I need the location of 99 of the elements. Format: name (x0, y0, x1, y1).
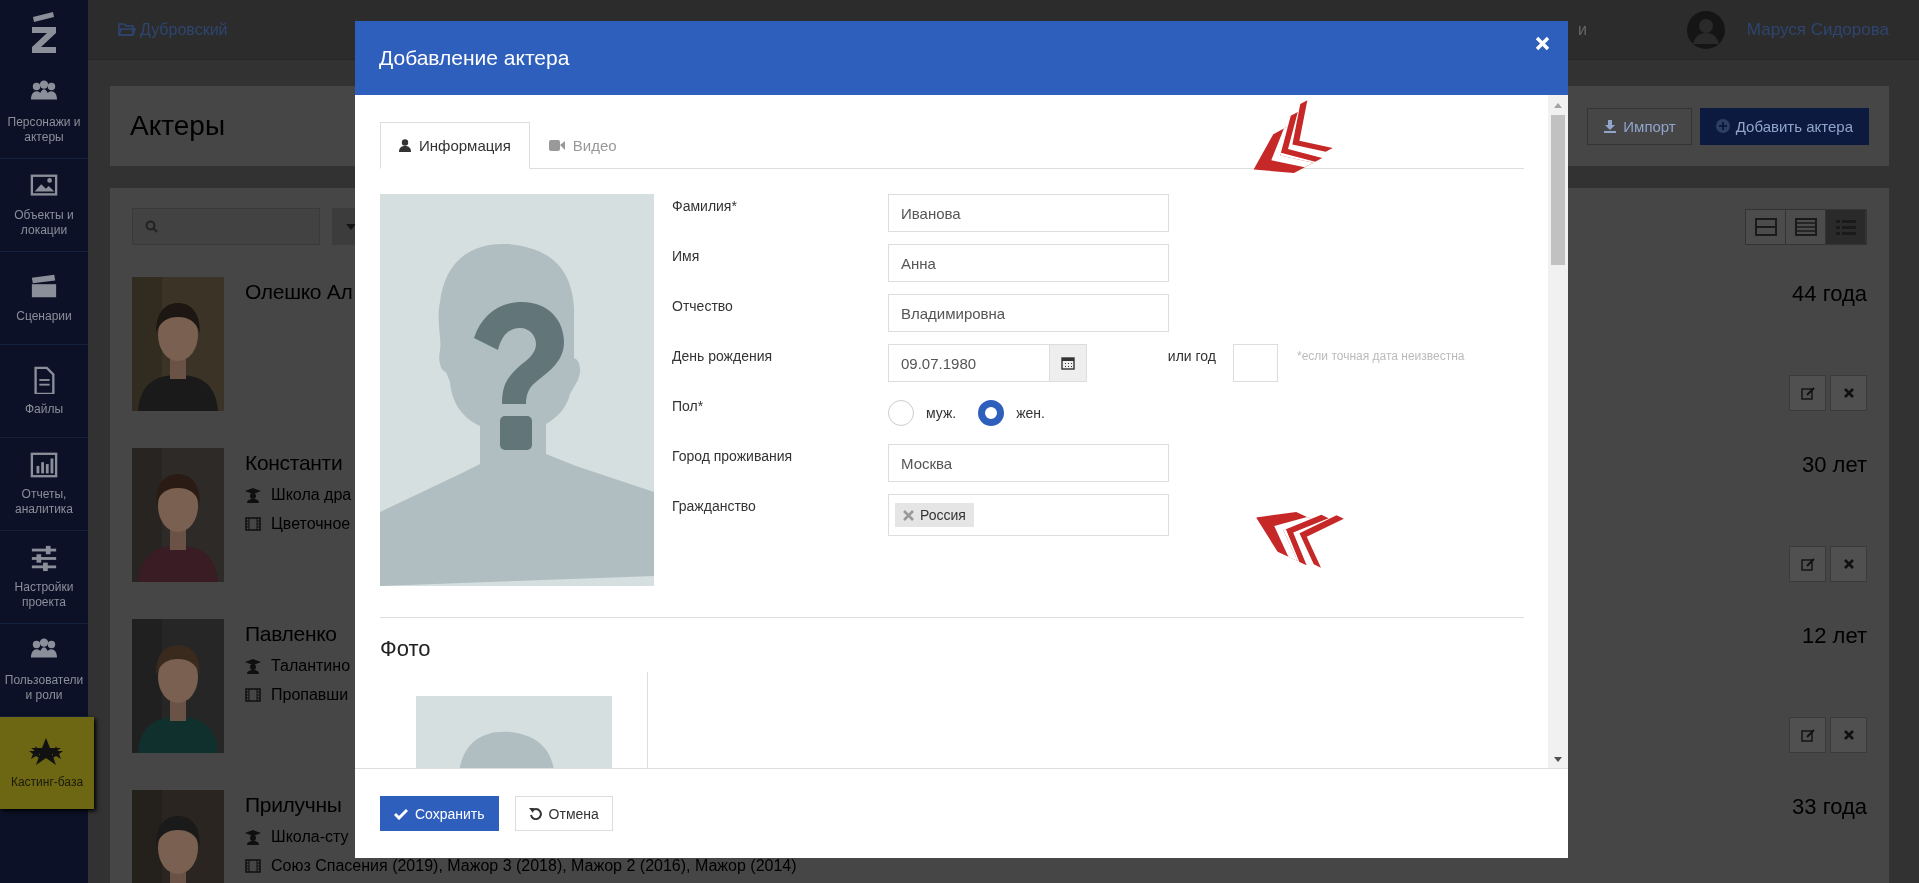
calendar-icon (1061, 356, 1075, 370)
search-field[interactable] (132, 208, 320, 245)
field-label: День рождения (672, 347, 774, 364)
year-label: или год (1166, 347, 1216, 364)
sidebar-label: Персонажи и актеры (6, 115, 82, 145)
sidebar-item[interactable]: Настройки проекта (0, 531, 88, 624)
field-label: Город проживания (672, 447, 794, 464)
close-icon (1843, 388, 1854, 398)
dialog-title: Добавление актера (379, 46, 571, 70)
sidebar-label: Пользователи и роли (3, 673, 85, 703)
section-title: Фото (380, 636, 432, 662)
sidebar-label: Объекты и локации (13, 208, 75, 238)
film-icon (245, 858, 261, 874)
hint-text: *если точная дата неизвестна (1297, 348, 1465, 363)
video-camera-icon (548, 140, 565, 151)
field-label: Фамилия* (672, 197, 738, 214)
tag-field[interactable]: Россия (888, 494, 1169, 536)
field-label: Гражданство (672, 497, 757, 514)
sidebar-item[interactable]: Персонажи и актеры (0, 66, 88, 159)
close-button[interactable] (1535, 36, 1550, 51)
actor-age: 33 года (1792, 794, 1867, 820)
actor-info: Пропавши (271, 686, 349, 704)
scroll-down-icon[interactable] (1553, 754, 1563, 764)
field-label: Пол* (672, 397, 705, 414)
actor-info: Талантино (271, 657, 351, 675)
save-button[interactable]: Сохранить (380, 796, 499, 831)
close-icon (1843, 730, 1854, 740)
film-icon (245, 516, 261, 532)
edit-button[interactable] (1789, 546, 1826, 582)
remove-icon[interactable] (903, 509, 914, 521)
person-icon (399, 139, 411, 152)
chart-icon (29, 451, 59, 479)
cancel-button[interactable]: Отмена (514, 796, 613, 831)
sidebar-label: Отчеты, аналитика (13, 487, 75, 517)
scrollbar-thumb[interactable] (1551, 115, 1565, 265)
split-view-icon (1754, 217, 1777, 236)
actor-info: Цветочное (271, 515, 351, 533)
actor-age: 30 лет (1802, 452, 1867, 478)
graduation-cap-icon (245, 829, 261, 845)
actor-info: Союз Спасения (2019), Мажор 3 (2018), Мажор 2 (2016), Мажор (2014) (271, 857, 797, 875)
edit-button[interactable] (1789, 375, 1826, 411)
year-field[interactable] (1233, 344, 1278, 382)
edit-icon (1800, 386, 1815, 400)
caret-icon (346, 223, 356, 230)
folder-icon (118, 22, 136, 37)
tab[interactable]: Информация (380, 122, 530, 169)
tag-chip[interactable]: Россия (895, 503, 974, 527)
logo-icon[interactable] (29, 11, 59, 55)
sidebar-item[interactable]: Файлы (0, 345, 88, 438)
delete-button[interactable] (1830, 546, 1867, 582)
sidebar-item[interactable]: Кастинг-база (0, 717, 94, 809)
sidebar-item[interactable]: Отчеты, аналитика (0, 438, 88, 531)
undo-icon (528, 807, 542, 820)
download-icon (1603, 119, 1618, 133)
graduation-cap-icon (245, 658, 261, 674)
sidebar-label: Настройки проекта (13, 580, 75, 610)
text-field[interactable]: Москва (888, 444, 1169, 482)
graduation-cap-icon (245, 487, 261, 503)
checkmark-icon (394, 807, 408, 820)
radio-label: муж. (926, 405, 957, 421)
rows-view-icon (1794, 217, 1817, 236)
sidebar-label: Сценарии (15, 308, 73, 324)
edit-button[interactable] (1789, 717, 1826, 753)
field-label: Имя (672, 247, 701, 264)
scrollbar[interactable] (1548, 95, 1568, 768)
date-field[interactable]: 09.07.1980 (888, 344, 1050, 382)
search-icon (145, 220, 158, 233)
radio-button[interactable] (978, 400, 1005, 426)
view-mode-button[interactable] (1746, 209, 1786, 244)
import-button[interactable]: Импорт (1587, 107, 1692, 145)
avatar-icon[interactable] (1686, 10, 1725, 49)
text-field[interactable]: Иванова (888, 194, 1169, 232)
edit-icon (1800, 557, 1815, 571)
actor-age: 12 лет (1802, 623, 1867, 649)
sidebar-label: Файлы (23, 401, 65, 417)
calendar-button[interactable] (1050, 344, 1087, 382)
plus-icon (1715, 119, 1730, 133)
delete-button[interactable] (1830, 717, 1867, 753)
radio-label: жен. (1016, 405, 1045, 421)
view-mode-button[interactable] (1786, 209, 1826, 244)
film-icon (245, 687, 261, 703)
add-button[interactable]: Добавить актера (1699, 107, 1869, 145)
page-title: Актеры (130, 110, 227, 142)
scroll-up-icon[interactable] (1553, 101, 1563, 111)
sidebar-item[interactable]: Сценарии (0, 252, 88, 345)
edit-icon (1800, 728, 1815, 742)
sidebar-label: Кастинг-база (9, 774, 85, 790)
close-icon (1843, 559, 1854, 569)
actor-age: 44 года (1792, 281, 1867, 307)
field-label: Отчество (672, 297, 734, 314)
text-field[interactable]: Анна (888, 244, 1169, 282)
actor-info: Школа дра (271, 486, 352, 504)
view-mode-button[interactable] (1826, 209, 1866, 244)
delete-button[interactable] (1830, 375, 1867, 411)
close-icon (1535, 36, 1550, 51)
sliders-icon (29, 544, 59, 572)
sidebar-item[interactable]: Объекты и локации (0, 159, 88, 252)
text-field[interactable]: Владимировна (888, 294, 1169, 332)
actor-info: Школа-сту (271, 828, 349, 846)
